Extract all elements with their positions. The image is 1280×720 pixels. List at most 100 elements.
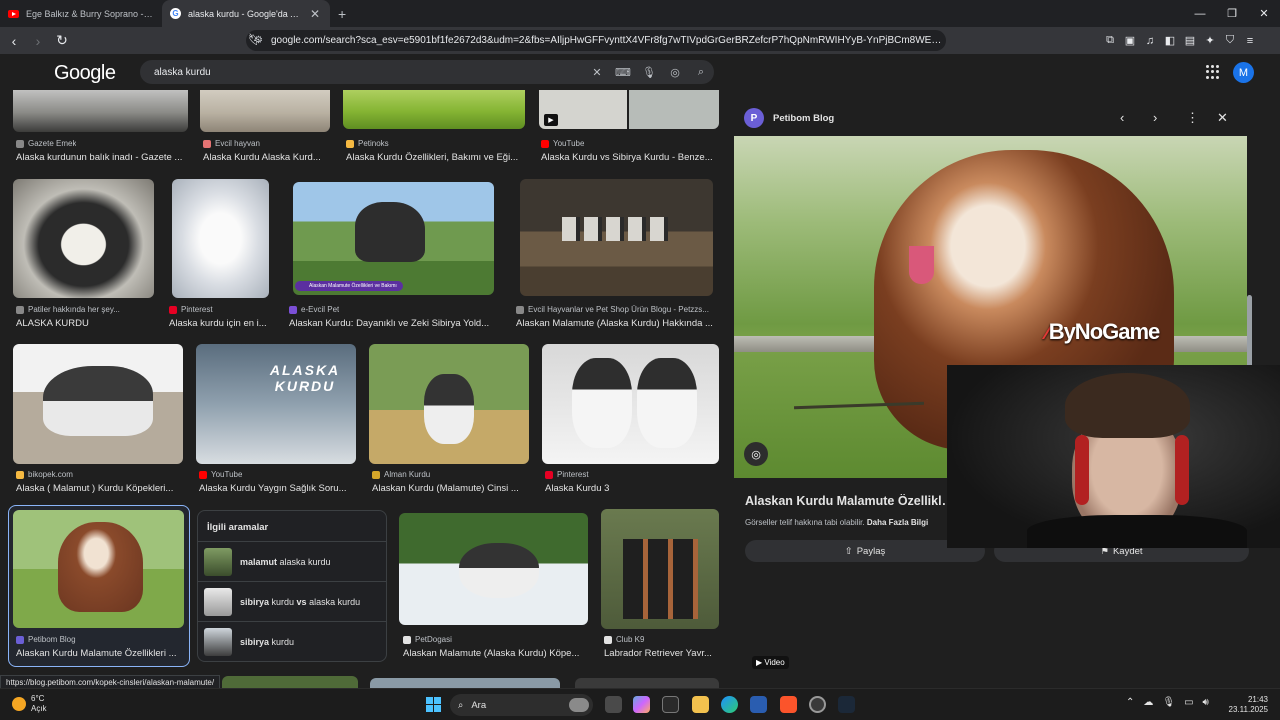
- result-title[interactable]: Alaska Kurdu Özellikleri, Bakımı ve Eği.…: [346, 152, 528, 163]
- video-badge[interactable]: ▶ Video: [752, 656, 789, 669]
- cloud-icon[interactable]: ☁: [1143, 697, 1153, 708]
- search-input[interactable]: alaska kurdu: [154, 67, 584, 78]
- result-thumbnail[interactable]: [369, 344, 529, 464]
- result-thumbnail[interactable]: [399, 513, 588, 625]
- volume-icon[interactable]: 🔊︎: [1203, 697, 1209, 708]
- result-thumbnail[interactable]: [520, 179, 713, 296]
- weather-icon: [12, 697, 26, 711]
- keyboard-icon[interactable]: ⌨: [610, 66, 636, 79]
- leo-icon[interactable]: ✦: [1200, 34, 1220, 47]
- result-title[interactable]: Alaska Kurdu Alaska Kurd...: [203, 152, 330, 163]
- dog-silhouette: [459, 543, 539, 598]
- store-icon[interactable]: [750, 696, 767, 713]
- back-icon[interactable]: ‹: [4, 33, 24, 49]
- result-title[interactable]: Alaska Kurdu Yaygın Sağlık Soru...: [199, 483, 356, 494]
- previous-icon[interactable]: ‹: [1120, 110, 1124, 125]
- file-explorer-icon[interactable]: [692, 696, 709, 713]
- clock[interactable]: 21:43 23.11.2025: [1224, 695, 1268, 715]
- result-thumbnail[interactable]: [13, 344, 183, 464]
- restore-icon[interactable]: ❐: [1216, 0, 1248, 27]
- bookmark-icon[interactable]: 🔖︎: [248, 33, 262, 46]
- related-item[interactable]: sibirya kurdu: [198, 621, 386, 661]
- start-icon[interactable]: [426, 697, 441, 712]
- result-thumbnail[interactable]: ALASKA KURDU: [196, 344, 356, 464]
- lens-icon[interactable]: ◎: [744, 442, 768, 466]
- result-thumbnail[interactable]: Alaskan Malamute Özellikleri ve Bakımı: [293, 182, 494, 295]
- headset: [1075, 435, 1089, 505]
- result-thumbnail[interactable]: [343, 90, 525, 129]
- taskbar-search[interactable]: ⌕ Ara: [450, 694, 593, 716]
- avatar[interactable]: M: [1233, 62, 1254, 83]
- result-thumbnail[interactable]: [172, 179, 269, 298]
- address-bar[interactable]: ⚙ google.com/search?sca_esv=e5901bf1fe26…: [246, 30, 946, 51]
- result-thumbnail[interactable]: [13, 179, 154, 298]
- result-thumbnail[interactable]: [370, 678, 560, 688]
- related-item[interactable]: malamut alaska kurdu: [198, 541, 386, 581]
- search-box[interactable]: alaska kurdu ✕ ⌨ 🎙︎ ◎ ⌕: [140, 60, 714, 84]
- puppy-silhouette: [637, 358, 697, 448]
- new-tab-button[interactable]: +: [330, 0, 354, 27]
- tab-close-icon[interactable]: ✕: [308, 7, 322, 21]
- related-item[interactable]: sibirya kurdu vs alaska kurdu: [198, 581, 386, 621]
- lens-icon[interactable]: ◎: [662, 66, 688, 79]
- clear-icon[interactable]: ✕: [584, 66, 610, 79]
- google-logo[interactable]: Google: [54, 62, 116, 85]
- result-title[interactable]: Alaska kurdunun balık inadı - Gazete ...: [16, 152, 188, 163]
- media-icon[interactable]: ♫: [1140, 35, 1160, 47]
- more-options-icon[interactable]: ⋮: [1186, 110, 1199, 126]
- brave-icon[interactable]: [780, 696, 797, 713]
- result-thumbnail[interactable]: ▶: [539, 90, 719, 129]
- preview-site[interactable]: P Petibom Blog: [744, 108, 834, 128]
- mic-icon[interactable]: 🎙︎: [1162, 697, 1175, 708]
- minimize-icon[interactable]: —: [1184, 0, 1216, 27]
- close-panel-icon[interactable]: ✕: [1217, 110, 1228, 126]
- result-title[interactable]: Alaskan Kurdu Malamute Özellikleri ...: [16, 648, 184, 659]
- obs-icon[interactable]: [809, 696, 826, 713]
- result-title[interactable]: Alaska Kurdu 3: [545, 483, 719, 494]
- next-icon[interactable]: ›: [1153, 110, 1157, 125]
- reload-icon[interactable]: ↻: [52, 32, 72, 49]
- wallet-icon[interactable]: ▤: [1180, 34, 1200, 47]
- result-title[interactable]: Labrador Retriever Yavr...: [604, 648, 719, 659]
- result-thumbnail[interactable]: [542, 344, 719, 464]
- forward-icon[interactable]: ›: [28, 33, 48, 49]
- result-title[interactable]: Alaska Kurdu vs Sibirya Kurdu - Benze...: [541, 152, 719, 163]
- result-thumbnail[interactable]: [222, 676, 358, 688]
- copilot-icon[interactable]: [633, 696, 650, 713]
- tab-google-search[interactable]: G alaska kurdu - Google'da Ara ✕: [162, 0, 330, 27]
- search-icon[interactable]: ⌕: [688, 66, 714, 79]
- steam-icon[interactable]: [838, 696, 855, 713]
- close-window-icon[interactable]: ✕: [1248, 0, 1280, 27]
- result-title[interactable]: ALASKA KURDU: [16, 318, 156, 329]
- result-title[interactable]: Alaskan Kurdu (Malamute) Cinsi ...: [372, 483, 529, 494]
- result-title[interactable]: Alaska ( Malamut ) Kurdu Köpekleri...: [16, 483, 184, 494]
- result-thumbnail[interactable]: [200, 90, 330, 132]
- sidebar-icon[interactable]: ◧: [1160, 34, 1180, 47]
- epic-games-icon[interactable]: [662, 696, 679, 713]
- apps-grid-icon[interactable]: [1206, 65, 1220, 79]
- result-source: Club K9: [604, 635, 728, 644]
- result-thumbnail[interactable]: [13, 510, 184, 628]
- screenshot-icon[interactable]: ▣: [1120, 34, 1140, 47]
- dog-silhouette: [43, 366, 153, 436]
- tab-youtube[interactable]: Ege Balkız & Burry Soprano - Affet Be: [0, 0, 162, 27]
- mic-icon[interactable]: 🎙︎: [636, 66, 662, 79]
- extensions-icon[interactable]: ⧉: [1100, 34, 1120, 47]
- result-title[interactable]: Alaskan Malamute (Alaska Kurdu) Hakkında…: [516, 318, 719, 329]
- more-info-link[interactable]: Daha Fazla Bilgi: [867, 518, 928, 527]
- menu-icon[interactable]: ≡: [1240, 35, 1260, 47]
- puppy-silhouette: [572, 358, 632, 448]
- result-title[interactable]: Alaskan Malamute (Alaska Kurdu) Köpe...: [403, 648, 588, 659]
- result-title[interactable]: Alaska kurdu için en i...: [169, 318, 271, 329]
- task-view-icon[interactable]: [605, 696, 622, 713]
- network-icon[interactable]: ▭: [1184, 697, 1193, 708]
- edge-icon[interactable]: [721, 696, 738, 713]
- result-thumbnail[interactable]: [601, 509, 719, 629]
- weather-widget[interactable]: 6°C Açık: [12, 694, 47, 714]
- result-thumbnail[interactable]: [575, 678, 719, 688]
- chevron-up-icon[interactable]: ⌃: [1126, 697, 1134, 708]
- result-thumbnail[interactable]: [13, 90, 188, 132]
- preview-title[interactable]: Alaskan Kurdu Malamute Özellikleri ve: [745, 494, 955, 508]
- vpn-icon[interactable]: ⛉: [1220, 34, 1240, 47]
- result-title[interactable]: Alaskan Kurdu: Dayanıklı ve Zeki Sibirya…: [289, 318, 496, 329]
